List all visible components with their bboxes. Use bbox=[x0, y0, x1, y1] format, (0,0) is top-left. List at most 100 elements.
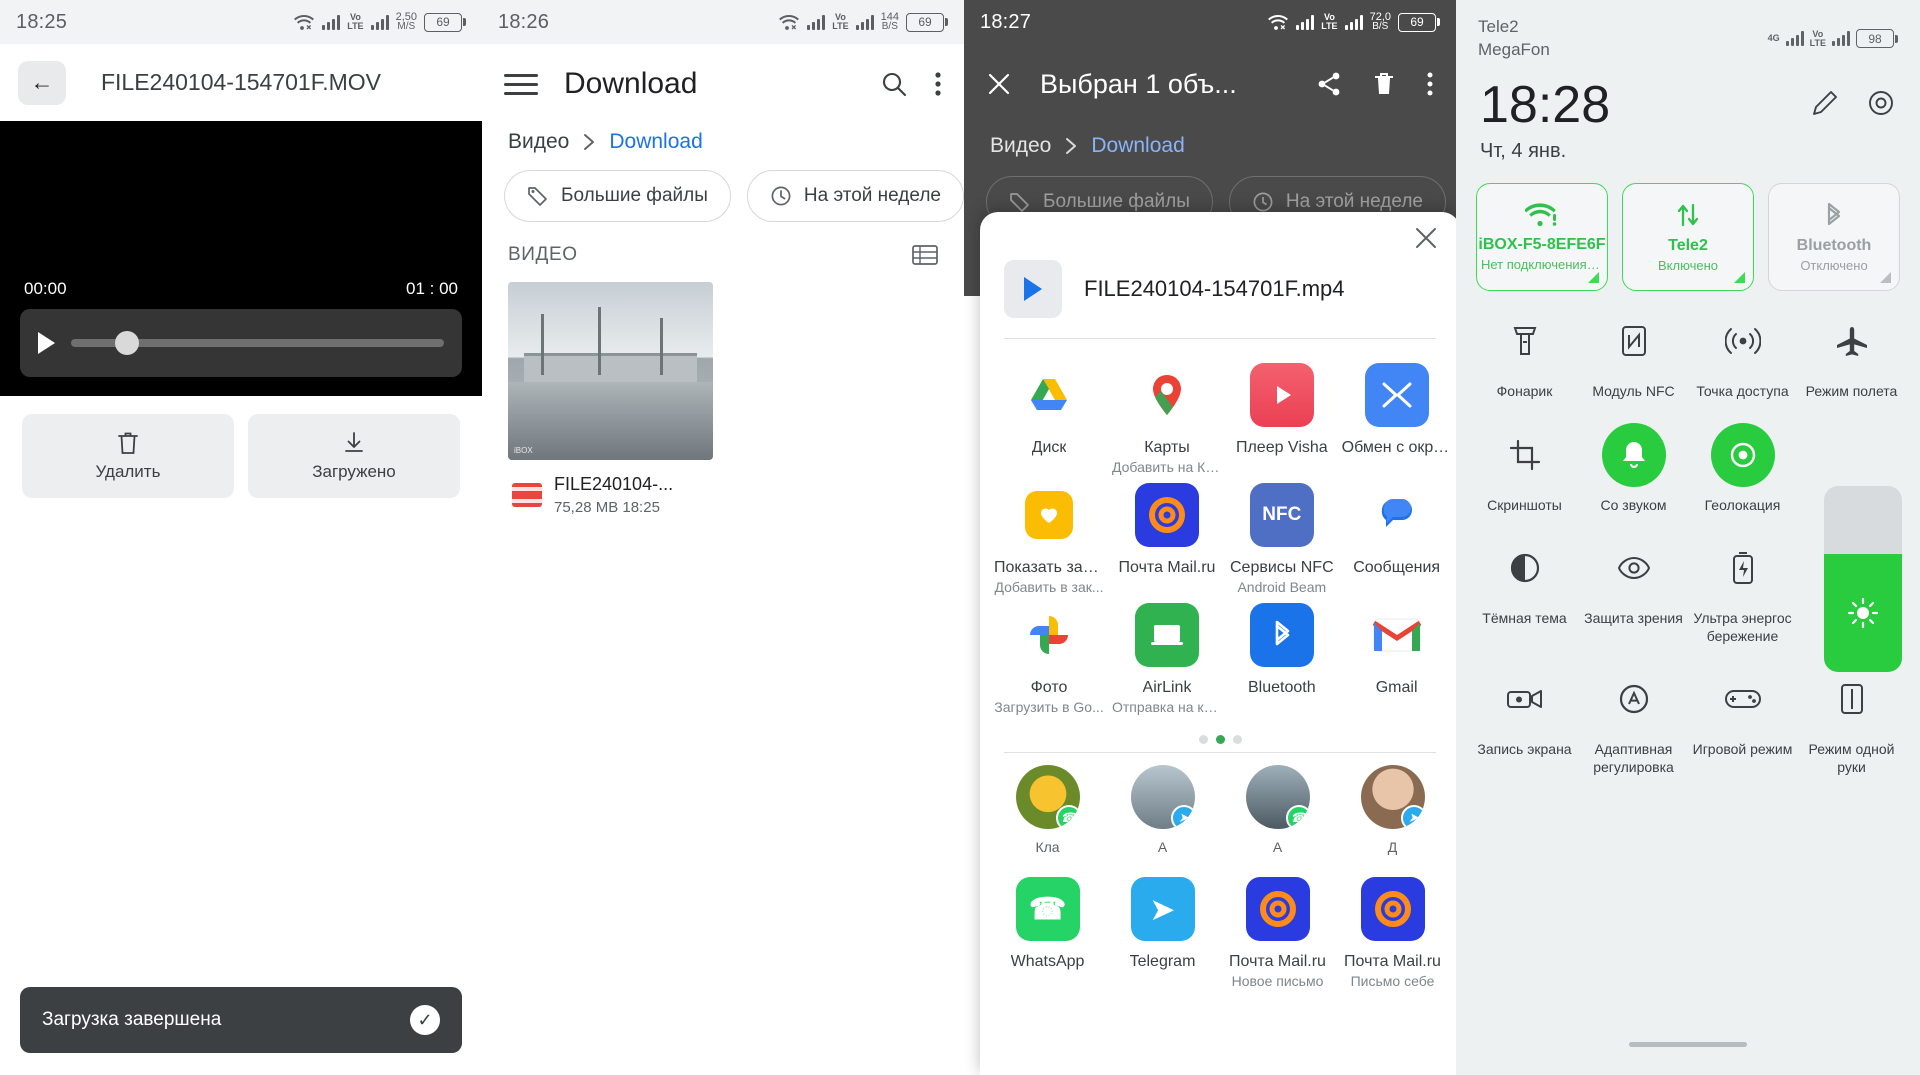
breadcrumb-current[interactable]: Download bbox=[1091, 134, 1184, 158]
share-target[interactable]: Обмен с окруже... bbox=[1338, 363, 1456, 475]
play-icon[interactable] bbox=[38, 332, 55, 354]
chip-this-week[interactable]: На этой неделе bbox=[746, 170, 964, 222]
tile-mobile-data[interactable]: Tele2 Включено bbox=[1622, 183, 1754, 292]
app-bar-p2: Download bbox=[482, 44, 964, 124]
share-target[interactable]: AirLink Отправка на ко... bbox=[1108, 603, 1226, 715]
close-icon[interactable] bbox=[1414, 226, 1438, 250]
tile-bluetooth[interactable]: Bluetooth Отключено bbox=[1768, 183, 1900, 292]
video-action-row: Удалить Загружено bbox=[0, 396, 482, 516]
share-target[interactable]: Фото Загрузить в Go... bbox=[990, 603, 1108, 715]
contact-name: А bbox=[1157, 839, 1168, 855]
share-target[interactable]: ☎ WhatsApp bbox=[990, 877, 1105, 989]
share-target-sub: Отправка на ко... bbox=[1112, 699, 1222, 715]
tile-label: Точка доступа bbox=[1696, 383, 1789, 400]
battery-icon: 69 bbox=[906, 12, 948, 32]
tile-eye-protection[interactable]: Защита зрения bbox=[1579, 536, 1688, 645]
delete-button[interactable]: Удалить bbox=[22, 414, 234, 498]
chip-label: Большие файлы bbox=[561, 185, 708, 206]
tag-icon bbox=[527, 185, 549, 207]
tile-location[interactable]: Геолокация bbox=[1688, 422, 1797, 515]
tile-one-handed-mode[interactable]: Режим одной руки bbox=[1797, 667, 1906, 776]
expand-corner-icon[interactable] bbox=[1588, 272, 1599, 284]
share-target[interactable]: Показать заклад... Добавить в зак... bbox=[990, 483, 1108, 595]
telegram-icon: ➤ bbox=[1400, 805, 1425, 829]
page-dot-active bbox=[1215, 735, 1225, 744]
share-target[interactable]: ➤ Telegram bbox=[1105, 877, 1220, 989]
tile-nfc[interactable]: Модуль NFC bbox=[1579, 309, 1688, 401]
share-target[interactable]: Почта Mail.ru Новое письмо bbox=[1220, 877, 1335, 989]
carrier-line-1: Tele2 bbox=[1478, 17, 1519, 36]
share-target[interactable]: Почта Mail.ru Письмо себе bbox=[1335, 877, 1450, 989]
bell-icon bbox=[1601, 422, 1666, 487]
share-icon[interactable] bbox=[1316, 71, 1342, 97]
breadcrumb-current[interactable]: Download bbox=[609, 130, 702, 154]
share-target[interactable]: Почта Mail.ru bbox=[1108, 483, 1226, 595]
search-icon[interactable] bbox=[880, 70, 908, 98]
contact-item[interactable]: ☎ Кла bbox=[990, 765, 1105, 855]
hamburger-icon[interactable] bbox=[504, 68, 538, 101]
tile-hotspot[interactable]: Точка доступа bbox=[1688, 309, 1797, 401]
contact-item[interactable]: ☎ А bbox=[1220, 765, 1335, 855]
back-button[interactable]: ← bbox=[18, 60, 66, 105]
share-target-label: Почта Mail.ru bbox=[1118, 559, 1216, 576]
tile-subtitle: Нет подключения к... bbox=[1481, 257, 1603, 273]
video-surface[interactable]: 00:00 01 : 00 bbox=[0, 121, 482, 396]
breadcrumb-root[interactable]: Видео bbox=[508, 130, 569, 154]
signal-bars-icon-2 bbox=[855, 14, 874, 30]
contact-item[interactable]: ➤ А bbox=[1105, 765, 1220, 855]
share-target[interactable]: Bluetooth bbox=[1226, 603, 1338, 715]
chip-large-files[interactable]: Большие файлы bbox=[504, 170, 731, 222]
network-speed-indicator: 144 B/S bbox=[881, 12, 899, 32]
tile-title: iBOX-F5-8EFE6F bbox=[1478, 236, 1606, 254]
share-target[interactable]: Диск bbox=[990, 363, 1108, 475]
seek-handle[interactable] bbox=[115, 331, 139, 355]
gear-icon[interactable] bbox=[1866, 88, 1896, 118]
expand-corner-icon[interactable] bbox=[1734, 272, 1745, 284]
share-target-sub: Android Beam bbox=[1237, 579, 1327, 595]
close-icon[interactable] bbox=[986, 71, 1012, 97]
tile-adaptive-brightness[interactable]: Адаптивная регулировка bbox=[1579, 667, 1688, 776]
tile-flashlight[interactable]: Фонарик bbox=[1470, 309, 1579, 401]
expand-corner-icon[interactable] bbox=[1880, 272, 1891, 284]
gmail-icon bbox=[1364, 603, 1429, 667]
brightness-slider[interactable] bbox=[1824, 486, 1902, 672]
tile-dark-theme[interactable]: Тёмная тема bbox=[1470, 536, 1579, 645]
share-target[interactable]: NFC Сервисы NFC Android Beam bbox=[1226, 483, 1338, 595]
trash-icon[interactable] bbox=[1372, 71, 1396, 97]
share-target[interactable]: Gmail bbox=[1338, 603, 1456, 715]
pencil-icon[interactable] bbox=[1810, 88, 1840, 118]
contact-item[interactable]: ➤ Д bbox=[1335, 765, 1450, 855]
seek-bar[interactable] bbox=[71, 331, 444, 355]
file-card[interactable]: iBOX FILE240104-... 75,28 MB 18:25 bbox=[508, 282, 713, 516]
share-target[interactable]: Карты Добавить на Ка... bbox=[1108, 363, 1226, 475]
tile-sound[interactable]: Со звуком bbox=[1579, 422, 1688, 515]
selection-app-bar: Выбран 1 объ... bbox=[964, 44, 1456, 124]
breadcrumb-root[interactable]: Видео bbox=[990, 134, 1051, 158]
volte-icon: Vo LTE bbox=[1321, 12, 1338, 31]
battery-level: 69 bbox=[918, 15, 932, 29]
share-file-header: FILE240104-154701F.mp4 bbox=[980, 230, 1456, 338]
tile-label: Ультра энергос бережение bbox=[1693, 610, 1792, 644]
signal-bars-icon-2 bbox=[370, 14, 389, 30]
share-target-label: Bluetooth bbox=[1248, 679, 1316, 696]
more-vert-icon[interactable] bbox=[934, 70, 942, 98]
bluetooth-icon bbox=[1820, 201, 1848, 229]
tile-wifi[interactable]: iBOX-F5-8EFE6F Нет подключения к... bbox=[1476, 183, 1608, 292]
sun-icon bbox=[1847, 597, 1879, 629]
screenshot-icon bbox=[1493, 423, 1557, 487]
share-target-label: Почта Mail.ru bbox=[1344, 953, 1441, 970]
tile-label: Фонарик bbox=[1496, 383, 1553, 400]
tile-screen-record[interactable]: Запись экрана bbox=[1470, 667, 1579, 776]
section-header-row: ВИДЕО bbox=[482, 244, 964, 282]
share-target[interactable]: Плеер Visha bbox=[1226, 363, 1338, 475]
downloaded-button[interactable]: Загружено bbox=[248, 414, 460, 498]
share-target[interactable]: Сообщения bbox=[1338, 483, 1456, 595]
tile-game-mode[interactable]: Игровой режим bbox=[1688, 667, 1797, 776]
tile-screenshot[interactable]: Скриншоты bbox=[1470, 423, 1579, 515]
more-vert-icon[interactable] bbox=[1426, 71, 1434, 97]
share-target-label: AirLink bbox=[1142, 679, 1192, 696]
tile-airplane-mode[interactable]: Режим полета bbox=[1797, 309, 1906, 401]
list-view-icon[interactable] bbox=[912, 244, 938, 266]
status-bar-p3: 18:27 Vo LTE 72,0 B/S 69 bbox=[964, 0, 1456, 44]
tile-ultra-battery-saver[interactable]: Ультра энергос бережение bbox=[1688, 536, 1797, 645]
